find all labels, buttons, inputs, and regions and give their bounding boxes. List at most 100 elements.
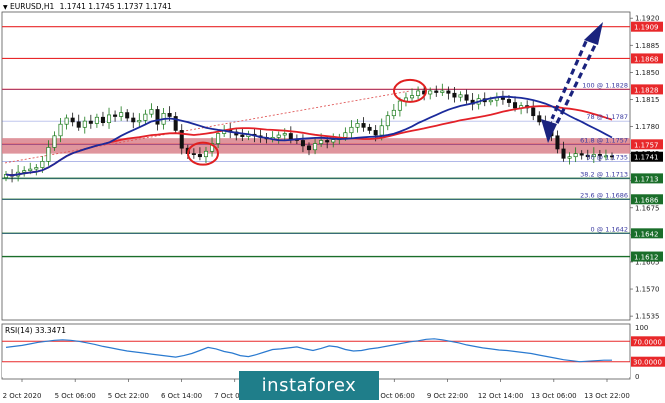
- arrow-head-up: [584, 22, 603, 45]
- candle-body: [506, 99, 511, 103]
- candle-body: [94, 116, 99, 124]
- candle-body: [440, 90, 445, 93]
- candle-body: [319, 140, 324, 144]
- ohlc-values: 1.1741 1.1745 1.1737 1.1741: [59, 2, 172, 11]
- candle-body: [446, 90, 451, 94]
- candle-body: [373, 130, 378, 136]
- rsi-level-badge: 70.0000: [633, 338, 662, 346]
- candle-body: [385, 115, 390, 127]
- candle-body: [313, 143, 318, 151]
- candle-body: [397, 100, 402, 111]
- candle-body: [288, 133, 293, 140]
- rsi-axis-label: 100: [635, 324, 648, 332]
- resistance-price-badge: 1.1868: [634, 55, 659, 63]
- candle-body: [70, 117, 75, 123]
- candle-body: [325, 140, 330, 143]
- current-price-badge: 1.1741: [634, 154, 659, 162]
- candle-body: [100, 116, 105, 124]
- candle-body: [143, 113, 148, 121]
- candle-body: [282, 133, 287, 136]
- candle-body: [416, 90, 421, 96]
- rsi-axis-label: 0: [635, 373, 639, 381]
- time-axis-label: 5 Oct 06:00: [55, 392, 96, 400]
- candle-body: [573, 153, 578, 158]
- candle-body: [58, 123, 63, 137]
- price-axis-label: 1.1570: [635, 286, 660, 294]
- symbol-label: EURUSD,H1: [10, 2, 55, 11]
- price-axis-label: 1.1850: [635, 69, 660, 77]
- candle-body: [240, 134, 245, 137]
- fibonacci-label: 78 @ 1.1787: [586, 113, 628, 121]
- fibonacci-label: 100 @ 1.1828: [582, 81, 628, 89]
- time-axis-label: 2 Oct 2020: [3, 392, 42, 400]
- candle-body: [203, 150, 208, 158]
- support-price-badge: 1.1713: [634, 175, 659, 183]
- price-axis-label: 1.1780: [635, 123, 660, 131]
- candle-body: [155, 109, 160, 125]
- candle-body: [197, 154, 202, 158]
- bearish-forecast-arrow: [550, 40, 588, 120]
- candle-body: [88, 120, 93, 124]
- candle-body: [500, 97, 505, 100]
- candle-body: [531, 107, 536, 117]
- candle-body: [567, 156, 572, 159]
- candle-body: [216, 133, 221, 144]
- candle-body: [367, 126, 372, 131]
- candle-body: [452, 92, 457, 98]
- chart-header: ▼ EURUSD,H1 1.1741 1.1745 1.1737 1.1741: [3, 2, 172, 11]
- price-axis-label: 1.1675: [635, 204, 660, 212]
- support-price-badge: 1.1612: [634, 254, 659, 262]
- candle-body: [131, 117, 136, 123]
- candle-body: [107, 114, 112, 124]
- time-axis-label: 12 Oct 14:00: [478, 392, 524, 400]
- candle-body: [40, 161, 45, 168]
- candle-body: [349, 126, 354, 134]
- candle-body: [343, 132, 348, 138]
- price-axis-label: 1.1885: [635, 42, 660, 50]
- support-price-badge: 1.1642: [634, 230, 659, 238]
- price-axis-label: 1.1920: [635, 15, 660, 23]
- resistance-price-badge: 1.1757: [634, 141, 659, 149]
- candle-body: [555, 135, 560, 150]
- candle-body: [579, 153, 584, 156]
- candle-body: [276, 134, 281, 138]
- collapse-triangle-icon[interactable]: ▼: [3, 4, 8, 11]
- candle-body: [513, 102, 518, 109]
- candle-body: [300, 140, 305, 147]
- fibonacci-label: 23.6 @ 1.1686: [580, 191, 628, 199]
- candle-body: [191, 153, 196, 155]
- candle-body: [361, 123, 366, 128]
- candle-body: [379, 125, 384, 136]
- candle-body: [64, 117, 69, 125]
- candle-body: [355, 123, 360, 128]
- fibonacci-label: 38.2 @ 1.1713: [580, 170, 628, 178]
- fibonacci-label: 50 @ 1.1735: [586, 153, 628, 161]
- candle-body: [306, 145, 312, 151]
- time-axis-label: 9 Oct 22:00: [427, 392, 468, 400]
- candle-body: [488, 99, 493, 103]
- price-axis-label: 1.1815: [635, 96, 660, 104]
- candle-body: [428, 90, 433, 95]
- candle-body: [464, 94, 469, 101]
- fibonacci-label: 0 @ 1.1642: [590, 225, 628, 233]
- candle-body: [46, 147, 51, 162]
- candle-body: [167, 113, 172, 117]
- time-axis-label: 13 Oct 22:00: [584, 392, 630, 400]
- chart-window: 100 @ 1.1828 78 @ 1.1787 61.8 @ 1.1757 50 @…: [0, 0, 665, 403]
- candle-body: [119, 112, 124, 117]
- rsi-title: RSI(14) 33.3471: [5, 326, 66, 335]
- time-axis-label: 5 Oct 22:00: [108, 392, 149, 400]
- candle-body: [410, 95, 415, 99]
- price-axis-label: 1.1535: [635, 313, 660, 321]
- time-axis-label: 9 Oct 06:00: [374, 392, 415, 400]
- resistance-price-badge: 1.1828: [634, 86, 659, 94]
- candle-body: [28, 168, 33, 171]
- time-axis-label: 13 Oct 06:00: [531, 392, 577, 400]
- rsi-level-badge: 30.0000: [633, 359, 662, 367]
- candle-body: [113, 114, 118, 117]
- rsi-line: [5, 338, 612, 363]
- candle-body: [125, 112, 130, 119]
- candle-body: [76, 121, 81, 128]
- fibonacci-label: 61.8 @ 1.1757: [580, 136, 628, 144]
- candle-body: [52, 135, 57, 148]
